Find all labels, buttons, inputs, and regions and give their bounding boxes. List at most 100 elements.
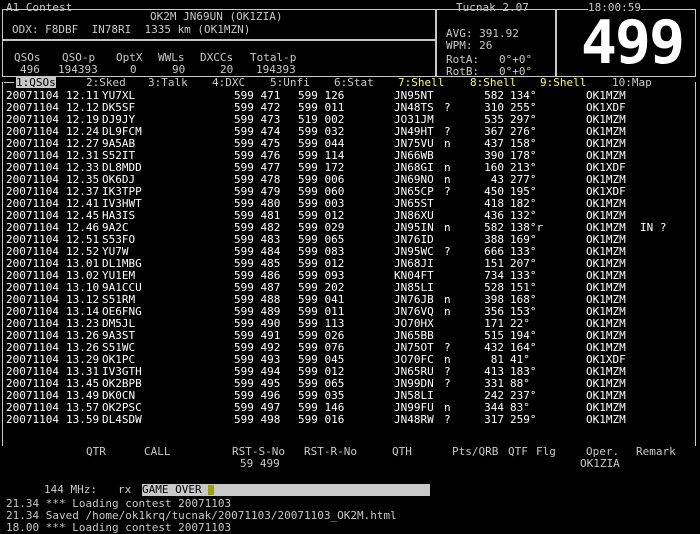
- qso-rst-sent: 599 475: [234, 137, 281, 150]
- qso-locator: JN48TS: [394, 101, 434, 114]
- qso-time: 13.59: [66, 413, 100, 426]
- label-oper: Oper.: [586, 445, 620, 458]
- qso-qtf: 182°: [510, 197, 537, 210]
- qso-locator: JN95WC: [394, 245, 434, 258]
- qso-time: 12.45: [66, 209, 100, 222]
- qso-locator: JN65CP: [394, 185, 434, 198]
- qso-rst-sent: 599 474: [234, 125, 281, 138]
- qso-operator: OK1XDF: [586, 353, 626, 366]
- qso-flag: ?: [444, 125, 451, 138]
- qso-call: 9A3ST: [102, 329, 136, 342]
- qso-date: 20071104: [6, 365, 59, 378]
- qso-time: 13.49: [66, 389, 100, 402]
- qso-qrb: 160: [484, 161, 504, 174]
- qso-remark: IN ?: [640, 221, 667, 234]
- qso-rst-sent: 599 483: [234, 233, 281, 246]
- qso-flag: ?: [444, 413, 451, 426]
- stat-value-wwls: 90: [172, 63, 186, 76]
- qso-date: 20071104: [6, 293, 59, 306]
- qso-rst-rcvd: 599 093: [298, 269, 345, 282]
- qso-qtf: 133°: [510, 245, 537, 258]
- qso-rst-rcvd: 599 011: [298, 305, 345, 318]
- qso-qrb: 734: [484, 269, 504, 282]
- rota-readout: RotA: 0°+0°: [446, 53, 533, 66]
- qso-locator: JN99DN: [394, 377, 434, 390]
- qso-time: 12.46: [66, 221, 100, 234]
- qso-rst-sent: 599 478: [234, 173, 281, 186]
- qso-time: 12.27: [66, 137, 100, 150]
- qso-date: 20071104: [6, 245, 59, 258]
- qso-time: 12.31: [66, 149, 100, 162]
- qso-date: 20071104: [6, 185, 59, 198]
- qso-qrb: 436: [484, 209, 504, 222]
- qso-flag: ?: [444, 245, 451, 258]
- stat-label-total: Total-p: [250, 51, 297, 64]
- qso-qtf: 297°: [510, 113, 537, 126]
- qso-rst-sent: 599 496: [234, 389, 281, 402]
- qso-rst-sent: 599 494: [234, 365, 281, 378]
- qso-time: 12.51: [66, 233, 100, 246]
- qso-operator: OK1MZM: [586, 125, 626, 138]
- qso-qrb: 242: [484, 389, 504, 402]
- qso-call: 9A5AB: [102, 137, 136, 150]
- qso-operator: OK1MZM: [586, 341, 626, 354]
- qso-time: 12.12: [66, 101, 100, 114]
- qso-operator: OK1MZM: [586, 149, 626, 162]
- qso-operator: OK1MZM: [586, 377, 626, 390]
- qso-qrb: 418: [484, 197, 504, 210]
- qso-locator: JN69NO: [394, 173, 434, 186]
- qso-date: 20071104: [6, 305, 59, 318]
- rst-sent-value[interactable]: 59 499: [240, 458, 280, 469]
- qso-date: 20071104: [6, 101, 59, 114]
- qso-qtf: 133°: [510, 269, 537, 282]
- qso-flag: ?: [444, 101, 451, 114]
- qso-locator: JN95NT: [394, 89, 434, 102]
- qso-qrb: 310: [484, 101, 504, 114]
- qso-rst-sent: 599 489: [234, 305, 281, 318]
- qso-date: 20071104: [6, 137, 59, 150]
- qso-rst-rcvd: 599 172: [298, 161, 345, 174]
- qso-qrb: 535: [484, 113, 504, 126]
- qso-call: HA3IS: [102, 209, 136, 222]
- qso-date: 20071104: [6, 113, 59, 126]
- operator-value[interactable]: OK1ZIA: [580, 458, 620, 469]
- stat-label-wwls: WWLs: [158, 51, 185, 64]
- qso-time: 13.45: [66, 377, 100, 390]
- wpm-readout: WPM: 26: [446, 39, 493, 52]
- qso-date: 20071104: [6, 341, 59, 354]
- qso-flag: n: [444, 137, 451, 150]
- qso-qtf: 178°: [510, 149, 537, 162]
- label-qth: QTH: [392, 445, 412, 458]
- qso-call: DK0CN: [102, 389, 136, 402]
- qso-operator: OK1XDF: [586, 185, 626, 198]
- qso-qrb: 582: [484, 89, 504, 102]
- qso-locator: JN65BB: [394, 329, 434, 342]
- qso-call: S51WC: [102, 341, 136, 354]
- qso-time: 12.11: [66, 89, 100, 102]
- stat-label-qsop: QSO-p: [62, 51, 96, 64]
- qso-qtf: 41°: [510, 353, 530, 366]
- qso-time: 12.24: [66, 125, 100, 138]
- label-qtf: QTF: [508, 445, 528, 458]
- frame-line: [4, 82, 14, 83]
- qso-qtf: 132°: [510, 209, 537, 222]
- qso-rst-rcvd: 599 029: [298, 221, 345, 234]
- qso-locator: JN85LI: [394, 281, 434, 294]
- qso-flag: n: [444, 293, 451, 306]
- qso-locator: JN66WB: [394, 149, 434, 162]
- qso-rst-sent: 599 480: [234, 197, 281, 210]
- qso-qrb: 413: [484, 365, 504, 378]
- qso-locator: JN68JI: [394, 257, 434, 270]
- qso-operator: OK1MZM: [586, 389, 626, 402]
- qso-locator: JN95IN: [394, 221, 434, 234]
- qso-locator: KN04FT: [394, 269, 434, 282]
- qso-qtf: 195°: [510, 185, 537, 198]
- qso-call: OE6FNG: [102, 305, 142, 318]
- call-entry-field[interactable]: GAME OVER: [142, 484, 430, 496]
- qso-rst-sent: 599 473: [234, 113, 281, 126]
- qso-locator: JN65RU: [394, 365, 434, 378]
- qso-qrb: 450: [484, 185, 504, 198]
- qso-time: 13.57: [66, 401, 100, 414]
- qso-operator: OK1XDF: [586, 161, 626, 174]
- label-flg: Flg: [536, 445, 556, 458]
